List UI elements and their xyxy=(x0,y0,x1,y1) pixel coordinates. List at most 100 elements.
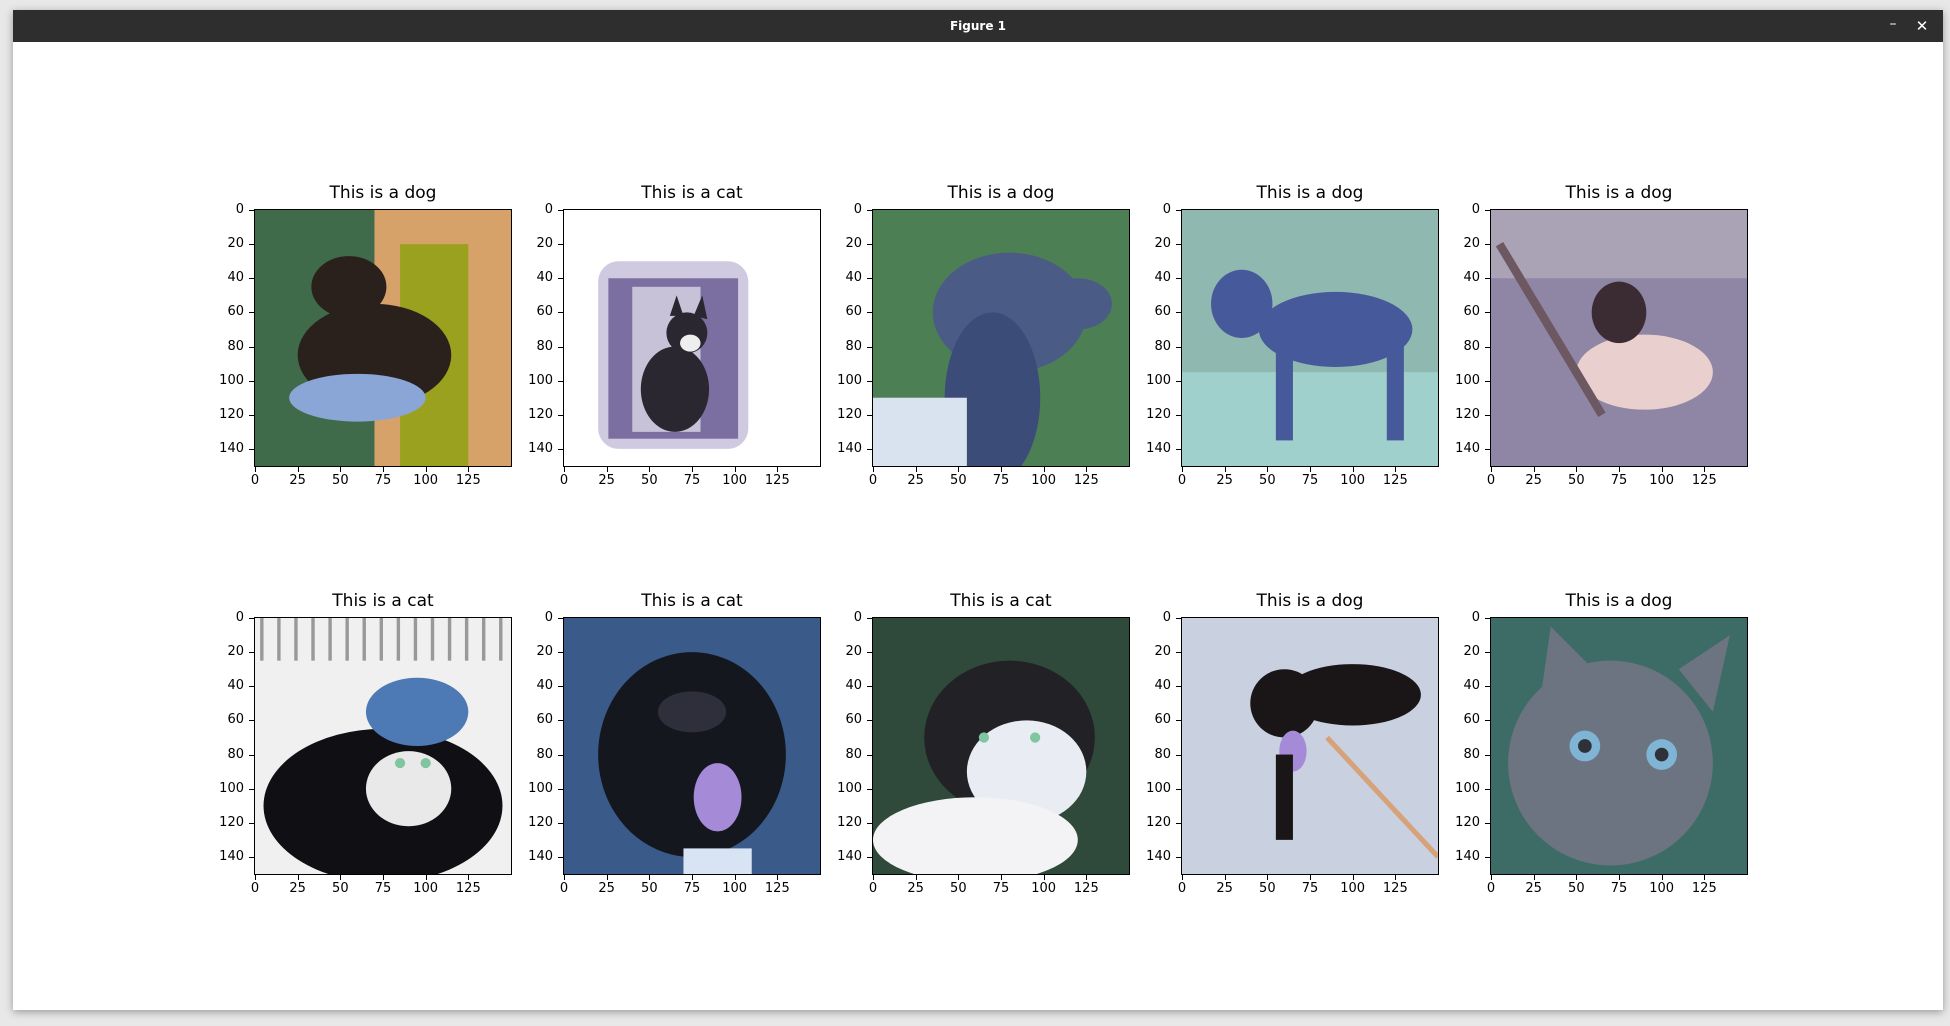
x-tick xyxy=(297,467,299,472)
y-tick xyxy=(558,448,563,450)
y-tick xyxy=(867,618,872,619)
x-tick xyxy=(734,467,736,472)
y-tick xyxy=(867,244,872,246)
image-raster xyxy=(873,618,1129,874)
x-tick-label: 100 xyxy=(413,881,439,896)
x-tick-label: 125 xyxy=(1382,473,1408,488)
x-tick-label: 100 xyxy=(722,473,748,488)
y-tick xyxy=(1176,720,1181,722)
x-tick xyxy=(649,467,651,472)
subplot-image xyxy=(1181,209,1439,467)
y-tick xyxy=(558,754,563,756)
y-tick xyxy=(1176,380,1181,382)
y-tick xyxy=(1485,414,1490,416)
close-button[interactable]: ✕ xyxy=(1912,16,1932,36)
y-tick xyxy=(249,244,254,246)
x-tick-label: 50 xyxy=(1259,881,1276,896)
y-tick-label: 0 xyxy=(1471,610,1480,625)
y-tick xyxy=(1176,652,1181,654)
x-tick-label: 0 xyxy=(1486,473,1496,488)
x-tick-label: 75 xyxy=(992,881,1010,896)
y-tick xyxy=(1176,414,1181,416)
y-tick xyxy=(558,822,563,824)
y-tick-label: 100 xyxy=(219,780,244,796)
y-tick xyxy=(249,754,254,756)
y-tick xyxy=(1485,686,1490,688)
y-tick xyxy=(1485,856,1490,858)
subplot-title: This is a dog xyxy=(1565,183,1673,203)
x-tick xyxy=(1576,875,1578,880)
x-tick-label: 100 xyxy=(1031,473,1057,488)
x-tick-label: 75 xyxy=(1610,473,1628,488)
y-tick-label: 20 xyxy=(1154,644,1171,660)
y-tick-label: 40 xyxy=(536,678,553,694)
y-tick xyxy=(558,856,563,858)
y-tick-label: 0 xyxy=(544,610,553,625)
y-tick-label: 60 xyxy=(845,712,862,728)
x-tick-label: 0 xyxy=(868,473,878,488)
y-tick-label: 140 xyxy=(219,440,244,456)
x-tick xyxy=(425,875,427,880)
x-tick-label: 25 xyxy=(1216,473,1233,488)
x-tick xyxy=(425,467,427,472)
x-tick xyxy=(1491,875,1492,880)
minimize-button[interactable]: – xyxy=(1883,16,1903,36)
subplot-title: This is a dog xyxy=(1256,591,1364,611)
x-tick-label: 0 xyxy=(250,881,260,896)
y-tick xyxy=(867,856,872,858)
y-tick-label: 0 xyxy=(1471,202,1480,217)
x-tick xyxy=(873,467,874,472)
y-tick xyxy=(867,686,872,688)
y-tick xyxy=(558,380,563,382)
x-tick xyxy=(255,875,256,880)
y-tick xyxy=(1176,312,1181,314)
y-tick xyxy=(1176,822,1181,824)
x-tick-label: 0 xyxy=(868,881,878,896)
y-tick-label: 0 xyxy=(235,202,244,217)
y-tick xyxy=(249,278,254,280)
x-tick xyxy=(777,467,779,472)
y-tick xyxy=(1485,754,1490,756)
x-tick xyxy=(340,467,342,472)
x-tick-label: 100 xyxy=(722,881,748,896)
x-tick-label: 25 xyxy=(1525,473,1542,488)
y-tick-label: 60 xyxy=(1154,712,1171,728)
y-tick-label: 40 xyxy=(1154,678,1171,694)
y-tick-label: 60 xyxy=(227,304,244,320)
x-tick xyxy=(649,875,651,880)
y-tick-label: 20 xyxy=(845,644,862,660)
y-tick-label: 100 xyxy=(1146,372,1171,388)
title-bar[interactable]: Figure 1 – ✕ xyxy=(13,10,1943,42)
y-tick xyxy=(1176,448,1181,450)
x-tick xyxy=(297,875,299,880)
subplot-title: This is a cat xyxy=(950,591,1052,611)
x-tick xyxy=(468,875,470,880)
y-tick xyxy=(867,652,872,654)
x-tick xyxy=(777,875,779,880)
subplot-image xyxy=(872,209,1130,467)
y-tick-label: 40 xyxy=(1463,678,1480,694)
x-tick-label: 50 xyxy=(641,473,658,488)
y-tick xyxy=(1485,652,1490,654)
y-tick xyxy=(558,210,563,211)
x-tick-label: 50 xyxy=(332,473,349,488)
y-tick-label: 80 xyxy=(536,746,553,762)
subplot-image xyxy=(254,209,512,467)
y-tick xyxy=(1485,788,1490,790)
y-tick-label: 120 xyxy=(1146,406,1171,422)
y-tick-label: 120 xyxy=(1455,406,1480,422)
x-tick-label: 0 xyxy=(1177,473,1187,488)
y-tick xyxy=(1176,686,1181,688)
x-tick xyxy=(1576,467,1578,472)
x-tick-label: 100 xyxy=(1649,881,1675,896)
y-tick xyxy=(558,244,563,246)
y-tick xyxy=(558,618,563,619)
y-tick-label: 40 xyxy=(227,270,244,286)
y-tick-label: 120 xyxy=(1146,814,1171,830)
x-tick-label: 100 xyxy=(1340,473,1366,488)
x-tick-label: 0 xyxy=(1486,881,1496,896)
x-tick xyxy=(1619,467,1620,472)
x-tick xyxy=(1001,875,1002,880)
x-tick-label: 100 xyxy=(413,473,439,488)
subplot-title: This is a dog xyxy=(947,183,1055,203)
